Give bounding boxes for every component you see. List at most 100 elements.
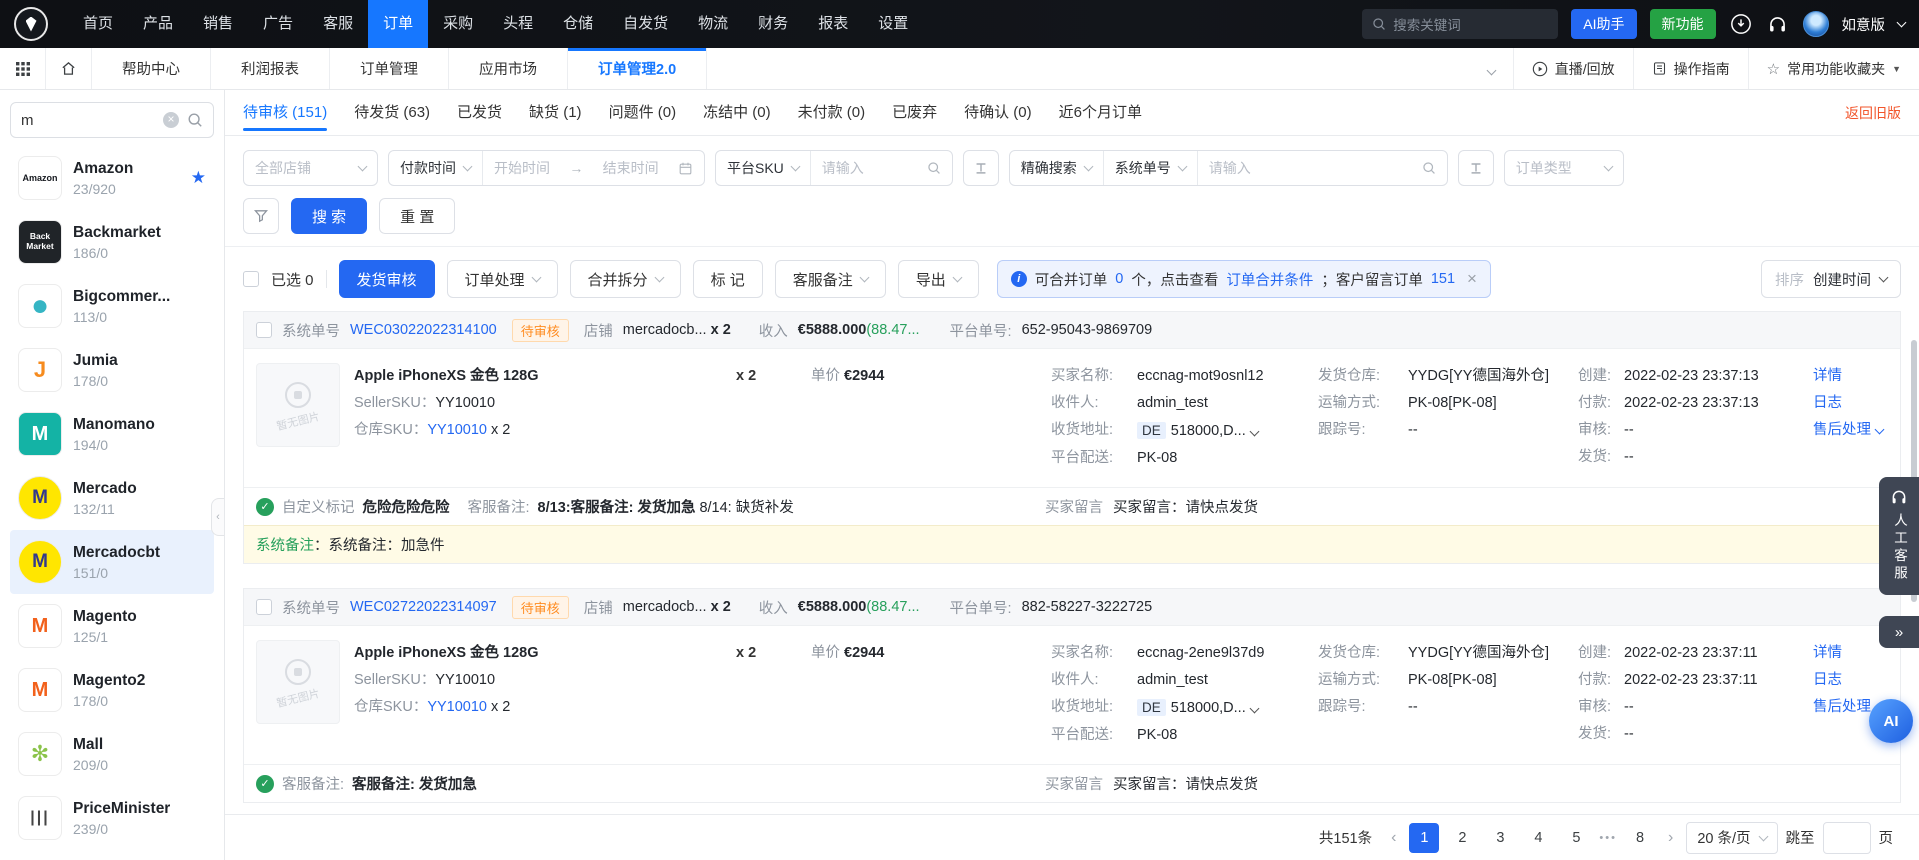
tab-order-management-2[interactable]: 订单管理2.0 [568, 48, 708, 89]
platform-item-backmarket[interactable]: Back Market Backmarket 186/0 [10, 210, 214, 274]
status-tab-to-confirm[interactable]: 待确认 (0) [964, 90, 1032, 136]
page-button-5[interactable]: 5 [1561, 823, 1591, 853]
status-tab-pending-audit[interactable]: 待审核 (151) [243, 90, 328, 136]
system-no-input[interactable] [1208, 160, 1399, 176]
search-button[interactable]: 搜 索 [291, 198, 368, 234]
platform-item-priceminister[interactable]: ||| PriceMinister 239/0 [10, 786, 214, 850]
status-tab-shipped[interactable]: 已发货 [457, 90, 502, 136]
address-expand-icon[interactable] [1249, 426, 1260, 437]
human-service-button[interactable]: 人工客服 [1879, 477, 1919, 595]
sort-select[interactable]: 排序 创建时间 [1761, 260, 1901, 298]
ship-audit-button[interactable]: 发货审核 [338, 260, 435, 298]
address-expand-icon[interactable] [1249, 703, 1260, 714]
next-page-button[interactable]: › [1663, 829, 1678, 847]
sidebar-collapse-handle[interactable]: ‹ [211, 498, 224, 536]
page-button-1[interactable]: 1 [1409, 822, 1440, 853]
nav-item-sales[interactable]: 销售 [188, 0, 248, 48]
global-search-input[interactable]: 搜索关键词 [1362, 9, 1559, 39]
platform-search-input[interactable] [21, 111, 155, 129]
favorites-button[interactable]: ☆ 常用功能收藏夹 ▼ [1747, 48, 1919, 89]
jump-page-input[interactable] [1822, 821, 1871, 854]
warehouse-sku-link[interactable]: YY10010 [427, 422, 487, 438]
platform-item-mercado[interactable]: M Mercado 132/11 [10, 466, 214, 530]
system-no-select[interactable]: 系统单号 [1102, 151, 1197, 185]
status-tab-discarded[interactable]: 已废弃 [892, 90, 937, 136]
status-tab-to-ship[interactable]: 待发货 (63) [354, 90, 430, 136]
status-tab-recent-6-months[interactable]: 近6个月订单 [1059, 90, 1142, 136]
status-tab-unpaid[interactable]: 未付款 (0) [798, 90, 866, 136]
export-button[interactable]: 导出 [897, 260, 979, 298]
order-process-button[interactable]: 订单处理 [446, 260, 558, 298]
order-checkbox[interactable] [256, 599, 272, 615]
shop-filter-select[interactable]: 全部店铺 [243, 150, 378, 186]
platform-item-amazon[interactable]: Amazon Amazon 23/920 ★ [10, 146, 214, 210]
order-type-select[interactable]: 订单类型 [1503, 150, 1624, 186]
ai-assistant-button[interactable]: AI助手 [1571, 9, 1637, 39]
nav-item-products[interactable]: 产品 [128, 0, 188, 48]
tabs-collapse-chevron-icon[interactable] [1470, 61, 1513, 77]
advanced-filter-button[interactable] [243, 198, 279, 234]
nav-item-warehouse[interactable]: 仓储 [548, 0, 608, 48]
tab-profit-report[interactable]: 利润报表 [211, 48, 330, 89]
favorite-star-icon[interactable]: ★ [191, 168, 206, 188]
order-number-link[interactable]: WEC03022022314100 [350, 322, 497, 338]
user-avatar[interactable] [1802, 11, 1829, 37]
tab-order-management[interactable]: 订单管理 [330, 48, 449, 89]
page-button-3[interactable]: 3 [1485, 823, 1515, 853]
tab-app-market[interactable]: 应用市场 [449, 48, 568, 89]
order-checkbox[interactable] [256, 322, 272, 338]
nav-item-home[interactable]: 首页 [68, 0, 128, 48]
reset-button[interactable]: 重 置 [379, 198, 456, 234]
nav-item-firstleg[interactable]: 头程 [488, 0, 548, 48]
app-logo[interactable] [14, 7, 48, 41]
page-button-4[interactable]: 4 [1523, 823, 1553, 853]
message-orders-count-link[interactable]: 151 [1431, 271, 1455, 287]
batch-text-search-button[interactable] [962, 150, 999, 186]
nav-item-orders[interactable]: 订单 [368, 0, 429, 48]
platform-item-magento[interactable]: M Magento 125/1 [10, 594, 214, 658]
nav-item-logistics[interactable]: 物流 [683, 0, 743, 48]
platform-item-mercadocbt[interactable]: M Mercadocbt 151/0 [10, 530, 214, 594]
platform-sku-select[interactable]: 平台SKU [716, 151, 810, 185]
ai-float-button[interactable]: AI [1869, 699, 1913, 743]
page-button-2[interactable]: 2 [1447, 823, 1477, 853]
merge-split-button[interactable]: 合并拆分 [569, 260, 681, 298]
order-number-link[interactable]: WEC02722022314097 [350, 599, 497, 615]
select-all-checkbox[interactable] [243, 271, 259, 287]
collapse-service-button[interactable]: » [1879, 616, 1919, 648]
edition-label[interactable]: 如意版 [1842, 14, 1886, 35]
page-size-select[interactable]: 20 条/页 [1686, 821, 1778, 854]
live-replay-button[interactable]: 直播/回放 [1512, 48, 1633, 89]
date-range-picker[interactable]: 开始时间 → 结束时间 [482, 151, 704, 185]
search-icon[interactable] [187, 112, 203, 128]
platform-sku-input[interactable] [821, 160, 912, 176]
platform-item-jumia[interactable]: J Jumia 178/0 [10, 338, 214, 402]
nav-item-reports[interactable]: 报表 [803, 0, 863, 48]
clear-search-icon[interactable]: × [163, 112, 179, 128]
search-icon[interactable] [927, 161, 941, 175]
merge-condition-link[interactable]: 订单合并条件 [1226, 269, 1313, 290]
nav-item-finance[interactable]: 财务 [743, 0, 803, 48]
status-tab-out-of-stock[interactable]: 缺货 (1) [529, 90, 582, 136]
platform-item-bigcommerce[interactable]: ● Bigcommer... 113/0 [10, 274, 214, 338]
nav-item-ads[interactable]: 广告 [248, 0, 308, 48]
tab-help-center[interactable]: 帮助中心 [92, 48, 211, 89]
aftersale-link[interactable]: 售后处理 [1813, 417, 1885, 444]
platform-item-magento2[interactable]: M Magento2 178/0 [10, 658, 214, 722]
detail-link[interactable]: 详情 [1813, 363, 1842, 390]
back-to-old-version-link[interactable]: 返回旧版 [1845, 103, 1901, 123]
status-tab-problem[interactable]: 问题件 (0) [609, 90, 677, 136]
mark-button[interactable]: 标 记 [692, 260, 763, 298]
log-link[interactable]: 日志 [1813, 667, 1842, 694]
nav-item-purchase[interactable]: 采购 [428, 0, 488, 48]
nav-item-service[interactable]: 客服 [308, 0, 368, 48]
search-icon[interactable] [1422, 161, 1436, 175]
log-link[interactable]: 日志 [1813, 390, 1842, 417]
download-icon[interactable] [1729, 12, 1753, 36]
headset-icon[interactable] [1766, 12, 1790, 36]
platform-item-manomano[interactable]: M Manomano 194/0 [10, 402, 214, 466]
operation-guide-button[interactable]: 操作指南 [1632, 48, 1748, 89]
alert-close-icon[interactable]: × [1467, 269, 1477, 289]
edition-chevron-down-icon[interactable] [1896, 17, 1907, 28]
page-ellipsis[interactable]: ••• [1599, 832, 1617, 844]
